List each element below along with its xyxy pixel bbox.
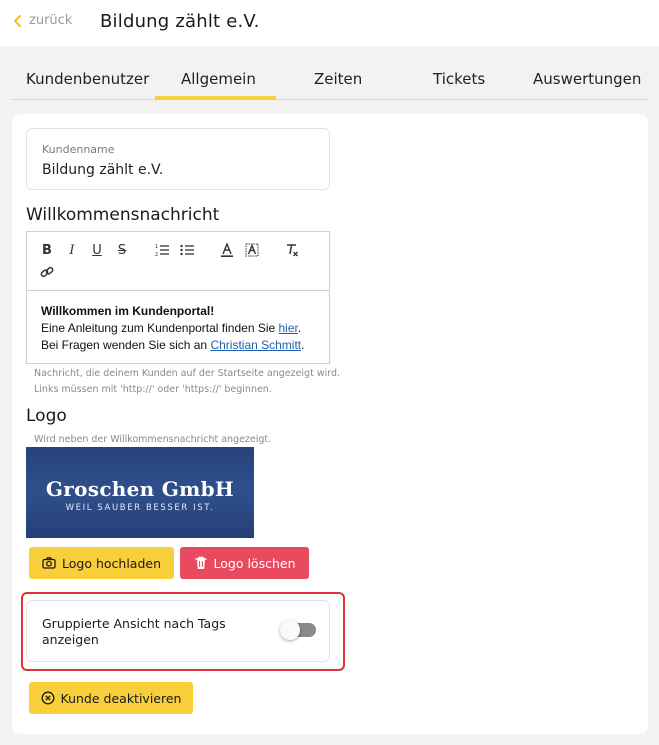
insert-link-button[interactable] <box>39 264 55 280</box>
welcome-message-content[interactable]: Willkommen im Kundenportal! Eine Anleitu… <box>41 303 304 354</box>
bullet-list-icon <box>180 244 194 256</box>
italic-button[interactable]: I <box>64 242 80 258</box>
customer-name-label: Kundenname <box>42 143 115 156</box>
active-tab-indicator <box>155 96 276 100</box>
bullet-list-button[interactable] <box>179 242 195 258</box>
customer-logo-image: Groschen GmbH WEIL SAUBER BESSER IST. <box>26 447 254 538</box>
highlight-color-icon <box>245 243 259 257</box>
back-button[interactable]: zurück <box>12 13 72 28</box>
logo-image-title: Groschen GmbH <box>45 477 235 501</box>
trash-icon <box>194 556 208 570</box>
deactivate-customer-button[interactable]: Kunde deaktivieren <box>29 682 193 714</box>
svg-text:1: 1 <box>155 244 158 250</box>
ordered-list-icon: 12 <box>155 244 169 257</box>
logo-title: Logo <box>26 406 67 426</box>
contact-text: Bei Fragen wenden Sie sich an <box>41 338 211 352</box>
welcome-heading: Willkommen im Kundenportal! <box>41 304 215 318</box>
svg-text:2: 2 <box>155 252 158 257</box>
tab-zeiten[interactable]: Zeiten <box>314 70 362 88</box>
welcome-hint-line-1: Nachricht, die deinem Kunden auf der Sta… <box>34 368 341 379</box>
delete-logo-button[interactable]: Logo löschen <box>180 547 309 579</box>
welcome-hint: Nachricht, die deinem Kunden auf der Sta… <box>34 366 340 398</box>
background-color-button[interactable] <box>244 242 260 258</box>
clear-format-icon <box>287 244 298 257</box>
tab-allgemein[interactable]: Allgemein <box>181 70 256 88</box>
guide-link[interactable]: hier <box>279 321 298 335</box>
circle-x-icon <box>41 691 55 705</box>
contact-link[interactable]: Christian Schmitt <box>210 338 301 352</box>
top-bar: zurück Bildung zählt e.V. <box>0 0 659 46</box>
underline-button[interactable]: U <box>89 242 105 258</box>
tab-bar: Kundenbenutzer Allgemein Zeiten Tickets … <box>12 62 648 100</box>
guide-text: Eine Anleitung zum Kundenportal finden S… <box>41 321 279 335</box>
chevron-left-icon <box>14 14 21 27</box>
editor-toolbar: B I U S 12 <box>27 232 329 291</box>
welcome-message-title: Willkommensnachricht <box>26 205 220 225</box>
customer-name-value: Bildung zählt e.V. <box>42 162 164 178</box>
page-title: Bildung zählt e.V. <box>100 11 260 32</box>
tab-auswertungen[interactable]: Auswertungen <box>533 70 641 88</box>
text-color-button[interactable] <box>219 242 235 258</box>
delete-logo-label: Logo löschen <box>213 555 296 571</box>
customer-name-field[interactable]: Kundenname Bildung zählt e.V. <box>26 128 330 190</box>
upload-logo-label: Logo hochladen <box>62 555 161 571</box>
link-icon <box>40 266 54 278</box>
camera-icon <box>42 556 56 570</box>
guide-suffix: . <box>297 321 302 335</box>
deactivate-customer-label: Kunde deaktivieren <box>60 690 182 706</box>
upload-logo-button[interactable]: Logo hochladen <box>29 547 174 579</box>
logo-image-subtitle: WEIL SAUBER BESSER IST. <box>65 503 215 513</box>
contact-suffix: . <box>301 338 305 352</box>
ordered-list-button[interactable]: 12 <box>154 242 170 258</box>
strikethrough-button[interactable]: S <box>114 242 130 258</box>
welcome-hint-line-2: Links müssen mit 'http://' oder 'https:/… <box>34 384 272 395</box>
text-color-icon <box>221 243 233 257</box>
tab-tickets[interactable]: Tickets <box>433 70 485 88</box>
tab-kundenbenutzer[interactable]: Kundenbenutzer <box>26 70 149 88</box>
bold-button[interactable]: B <box>39 242 55 258</box>
highlight-frame <box>21 592 345 671</box>
back-label: zurück <box>29 13 73 28</box>
welcome-message-editor: B I U S 12 Willkommen im Kundenportal! E… <box>26 231 330 364</box>
logo-hint: Wird neben der Willkommensnachricht ange… <box>34 434 272 445</box>
clear-format-button[interactable] <box>284 242 300 258</box>
